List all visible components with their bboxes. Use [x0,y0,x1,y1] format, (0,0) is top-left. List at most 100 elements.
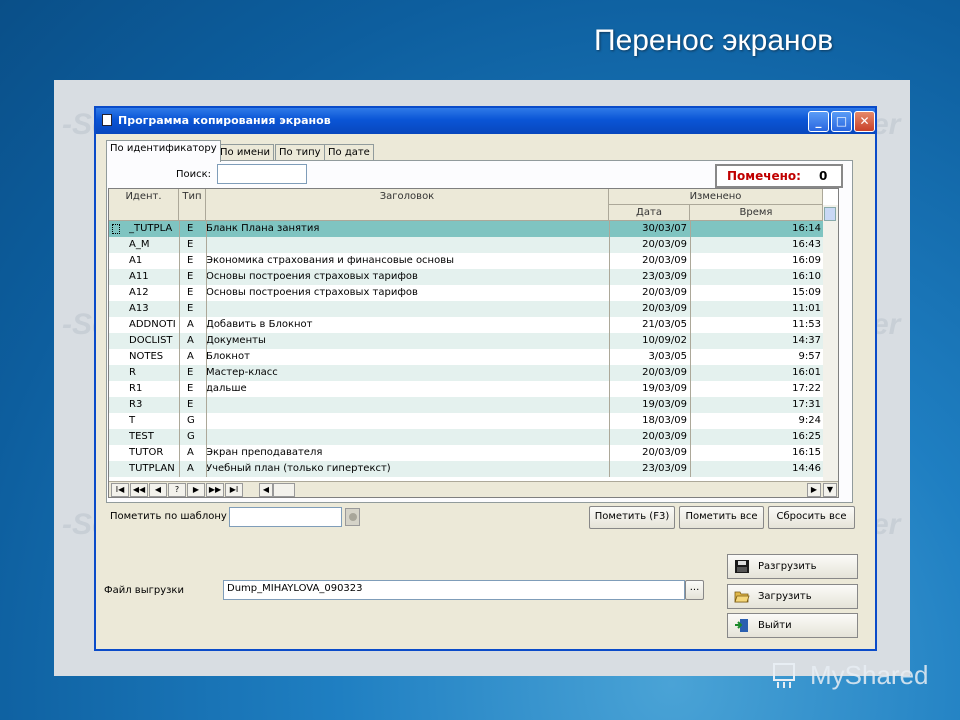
cell-title: дальше [206,383,247,394]
cell-date: 19/03/09 [642,399,687,410]
floppy-disk-icon [735,560,749,573]
cell-title: Основы построения страховых тарифов [206,287,418,298]
cell-id: ADDNOTI [129,319,176,330]
load-label: Загрузить [758,591,812,602]
table-row[interactable]: TUTPLAN A Учебный план (только гипертекст)… [109,461,823,477]
col-header-type[interactable]: Тип [179,189,206,221]
title-bar[interactable]: Программа копирования экранов _ □ ✕ [96,108,875,134]
table-row[interactable]: A11 E Основы построения страховых тарифов 2… [109,269,823,285]
maximize-button[interactable]: □ [831,111,852,132]
table-row[interactable]: ADDNOTI A Добавить в Блокнот 21/03/05 11:53 [109,317,823,333]
cell-time: 16:01 [792,367,821,378]
scroll-down-button[interactable]: ▼ [823,483,837,497]
mark-all-button[interactable]: Пометить все [679,506,764,529]
unload-button[interactable]: Разгрузить [727,554,858,579]
table-row[interactable]: TEST G 20/03/09 16:25 [109,429,823,445]
nav-button-1[interactable]: ◀◀ [130,483,148,497]
nav-button-0[interactable]: I◀ [111,483,129,497]
scroll-right-button[interactable]: ▶ [807,483,821,497]
open-folder-icon [734,591,750,603]
cell-title: Добавить в Блокнот [206,319,313,330]
table-row[interactable]: R E Мастер-класс 20/03/09 16:01 [109,365,823,381]
nav-button-3[interactable]: ? [168,483,186,497]
cell-date: 20/03/09 [642,367,687,378]
tab-by-name[interactable]: По имени [216,144,275,161]
template-apply-button[interactable] [345,508,360,526]
cell-date: 20/03/09 [642,431,687,442]
marked-counter: Помечено: 0 [715,164,843,188]
search-input[interactable] [217,164,307,184]
grid-navigator: I◀ ◀◀ ◀? ▶ ▶▶ ▶I ◀ ▶ ▼ [109,481,838,497]
cell-date: 23/03/09 [642,271,687,282]
table-row[interactable]: TUTOR A Экран преподавателя 20/03/09 16:15 [109,445,823,461]
export-file-input[interactable]: Dump_MIHAYLOVA_090323 [223,580,685,600]
scroll-thumb[interactable] [824,207,836,221]
app-icon [102,114,112,126]
minimize-button[interactable]: _ [808,111,829,132]
cell-type: A [187,447,194,458]
table-row[interactable]: R3 E 19/03/09 17:31 [109,397,823,413]
nav-button-5[interactable]: ▶▶ [206,483,224,497]
cell-id: A11 [129,271,149,282]
cell-date: 20/03/09 [642,287,687,298]
cell-type: E [187,271,194,282]
cell-type: E [187,239,194,250]
exit-button[interactable]: Выйти [727,613,858,638]
load-button[interactable]: Загрузить [727,584,858,609]
browse-button[interactable]: ... [685,580,704,600]
cell-id: DOCLIST [129,335,173,346]
cell-type: A [187,463,194,474]
table-row[interactable]: R1 Eдальше 19/03/09 17:22 [109,381,823,397]
col-header-title[interactable]: Заголовок [206,189,609,221]
table-row[interactable]: A_M E 20/03/09 16:43 [109,237,823,253]
cell-time: 9:57 [798,351,821,362]
table-row[interactable]: A13 E 20/03/09 11:01 [109,301,823,317]
table-row[interactable]: DOCLIST A Документы 10/09/02 14:37 [109,333,823,349]
cell-title [206,301,606,317]
marked-count: 0 [819,169,828,183]
exit-door-icon [735,619,748,632]
cell-title: Документы [206,335,266,346]
cell-id: TEST [129,431,154,442]
row-indicator [112,224,120,234]
tab-by-type[interactable]: По типу [275,144,325,161]
reset-all-button[interactable]: Сбросить все [768,506,855,529]
vertical-scrollbar[interactable] [823,205,838,481]
table-row[interactable]: _TUTPLA E Бланк Плана занятия 30/03/07 16:14 [109,221,823,237]
nav-button-2[interactable]: ◀ [149,483,167,497]
table-row[interactable]: A12 E Основы построения страховых тарифов 2… [109,285,823,301]
slide-title: Перенос экранов [594,24,834,57]
nav-button-4[interactable]: ▶ [187,483,205,497]
cell-title [206,413,606,429]
cell-title: Учебный план (только гипертекст) [206,463,391,474]
mark-button[interactable]: Пометить (F3) [589,506,675,529]
col-header-changed: Изменено [609,189,823,205]
table-row[interactable]: NOTES A Блокнот 3/03/05 9:57 [109,349,823,365]
col-header-date[interactable]: Дата [609,205,690,221]
cell-id: T [129,415,136,426]
cell-title [206,429,606,445]
cell-time: 16:14 [792,223,821,234]
cell-type: E [187,255,194,266]
scroll-left-button[interactable]: ◀ [259,483,273,497]
table-row[interactable]: A1 E Экономика страхования и финансовые ос… [109,253,823,269]
hscroll-thumb[interactable] [273,483,295,497]
template-input[interactable] [229,507,342,527]
table-row[interactable]: T G 18/03/09 9:24 [109,413,823,429]
screens-grid: Идент. Тип Заголовок Изменено Дата Время… [108,188,839,498]
nav-button-6[interactable]: ▶I [225,483,243,497]
cell-time: 17:31 [792,399,821,410]
tab-by-id[interactable]: По идентификатору [106,140,221,162]
brand-logo-text: MyShared [810,660,929,690]
col-header-time[interactable]: Время [690,205,823,221]
col-header-id[interactable]: Идент. [109,189,179,221]
tab-by-date[interactable]: По дате [324,144,374,161]
cell-id: TUTPLAN [129,463,175,474]
close-button[interactable]: ✕ [854,111,875,132]
cell-id: R1 [129,383,143,394]
cell-id: A_M [129,239,150,250]
cell-type: A [187,319,194,330]
exit-label: Выйти [758,620,792,631]
cell-id: TUTOR [129,447,164,458]
cell-time: 14:46 [792,463,821,474]
